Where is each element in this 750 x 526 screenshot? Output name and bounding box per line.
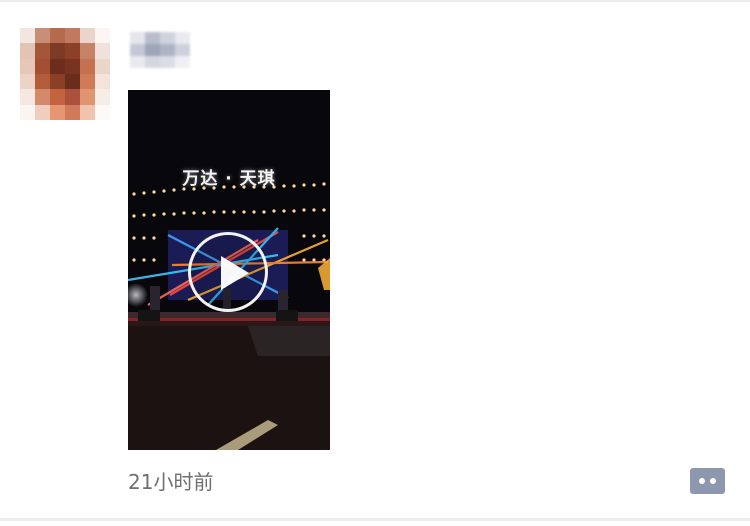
video-thumbnail[interactable]: 万达 · 天琪 bbox=[128, 90, 330, 450]
avatar[interactable] bbox=[20, 28, 110, 120]
username[interactable] bbox=[130, 32, 190, 68]
play-icon bbox=[221, 256, 249, 290]
stage-title: 万达 · 天琪 bbox=[182, 169, 276, 189]
post-timestamp: 21小时前 bbox=[128, 470, 214, 494]
top-divider bbox=[0, 0, 750, 2]
moments-post: 万达 · 天琪 21小时前 bbox=[0, 0, 750, 526]
comment-button[interactable] bbox=[690, 468, 725, 494]
comment-dots-icon bbox=[699, 478, 705, 484]
play-button[interactable] bbox=[188, 232, 268, 312]
bottom-divider bbox=[0, 518, 750, 521]
comment-dots-icon bbox=[710, 478, 716, 484]
